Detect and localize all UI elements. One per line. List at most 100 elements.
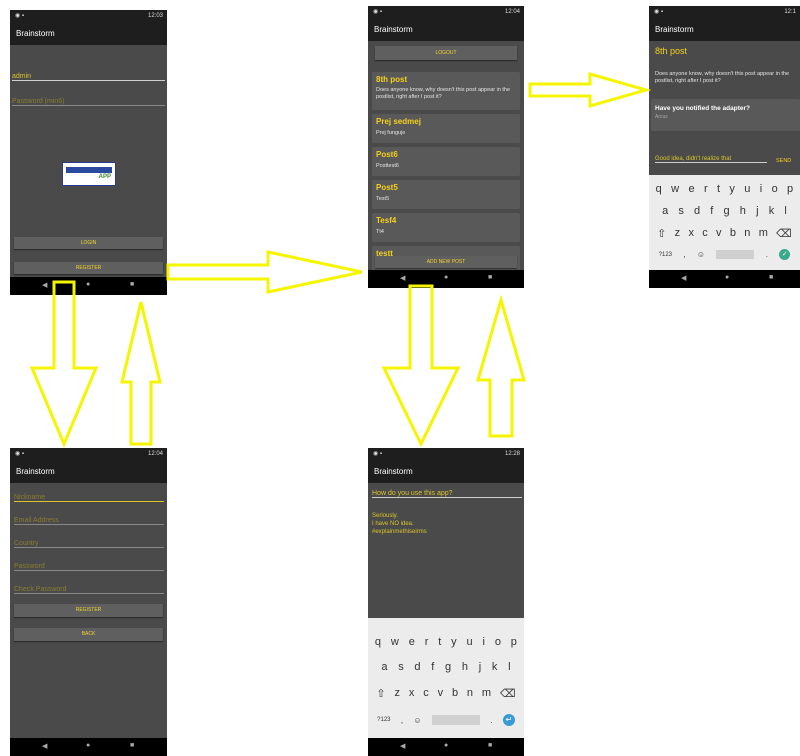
key[interactable]: i bbox=[760, 183, 762, 195]
key[interactable]: m bbox=[759, 227, 768, 240]
key[interactable]: m bbox=[482, 687, 491, 700]
key[interactable]: , bbox=[683, 250, 685, 259]
post-card[interactable]: 8th post Does anyone know, why doesn't t… bbox=[372, 72, 520, 110]
country-field[interactable]: Country bbox=[14, 540, 164, 548]
register-button[interactable]: REGISTER bbox=[14, 604, 163, 617]
home-icon[interactable]: ● bbox=[86, 742, 90, 749]
back-icon[interactable]: ◀ bbox=[400, 742, 405, 750]
key[interactable]: x bbox=[688, 227, 694, 240]
key[interactable]: p bbox=[787, 183, 793, 195]
key[interactable]: o bbox=[772, 183, 778, 195]
key[interactable]: x bbox=[409, 687, 415, 700]
key[interactable]: n bbox=[467, 687, 473, 700]
reply-input[interactable]: Good idea, didn't realize that bbox=[655, 156, 767, 163]
key[interactable]: i bbox=[483, 636, 485, 648]
emoji-key[interactable]: ☺ bbox=[697, 250, 705, 259]
key[interactable]: y bbox=[451, 636, 457, 648]
key[interactable]: g bbox=[724, 205, 730, 217]
key[interactable]: . bbox=[490, 716, 492, 725]
post-title-input[interactable]: How do you use this app? bbox=[372, 490, 522, 498]
key[interactable]: q bbox=[656, 183, 662, 195]
enter-key[interactable]: ✓ bbox=[779, 249, 791, 260]
home-icon[interactable]: ● bbox=[725, 274, 729, 281]
recents-icon[interactable]: ■ bbox=[769, 274, 773, 281]
key[interactable]: b bbox=[730, 227, 736, 240]
shift-key[interactable]: ⇧ bbox=[657, 227, 666, 240]
send-button[interactable]: SEND bbox=[776, 158, 791, 164]
recents-icon[interactable]: ■ bbox=[488, 742, 492, 749]
key[interactable]: v bbox=[716, 227, 722, 240]
post-card[interactable]: Post6 Posttest6 bbox=[372, 147, 520, 176]
back-icon[interactable]: ◀ bbox=[400, 274, 405, 282]
key[interactable]: p bbox=[511, 636, 517, 648]
post-card[interactable]: Prej sedmej Prej funguje bbox=[372, 114, 520, 143]
key[interactable]: e bbox=[409, 636, 415, 648]
symbols-key[interactable]: ?123 bbox=[377, 717, 390, 723]
back-icon[interactable]: ◀ bbox=[42, 281, 47, 289]
home-icon[interactable]: ● bbox=[444, 274, 448, 281]
check-password-field[interactable]: Check Password bbox=[14, 586, 164, 594]
key[interactable]: . bbox=[766, 250, 768, 259]
register-button[interactable]: REGISTER bbox=[14, 262, 163, 274]
backspace-key[interactable]: ⌫ bbox=[500, 687, 516, 700]
home-icon[interactable]: ● bbox=[444, 742, 448, 749]
key[interactable]: q bbox=[375, 636, 381, 648]
key[interactable]: n bbox=[744, 227, 750, 240]
key[interactable]: d bbox=[694, 205, 700, 217]
key[interactable]: t bbox=[717, 183, 720, 195]
backspace-key[interactable]: ⌫ bbox=[776, 227, 792, 240]
logout-button[interactable]: LOGOUT bbox=[375, 46, 517, 60]
key[interactable]: k bbox=[769, 205, 775, 217]
key[interactable]: l bbox=[784, 205, 786, 217]
key[interactable]: , bbox=[401, 716, 403, 725]
recents-icon[interactable]: ■ bbox=[130, 281, 134, 288]
back-icon[interactable]: ◀ bbox=[681, 274, 686, 282]
post-card[interactable]: Post5 Test5 bbox=[372, 180, 520, 209]
key[interactable]: a bbox=[662, 205, 668, 217]
spacebar[interactable] bbox=[716, 250, 755, 259]
home-icon[interactable]: ● bbox=[86, 281, 90, 288]
key[interactable]: r bbox=[425, 636, 429, 648]
key[interactable]: j bbox=[756, 205, 758, 217]
password-field[interactable]: Password (min6) bbox=[12, 98, 165, 106]
enter-key[interactable]: ↵ bbox=[502, 714, 515, 726]
key[interactable]: g bbox=[445, 661, 451, 673]
key[interactable]: h bbox=[740, 205, 746, 217]
login-button[interactable]: LOGIN bbox=[14, 237, 163, 249]
key[interactable]: z bbox=[675, 227, 681, 240]
recents-icon[interactable]: ■ bbox=[130, 742, 134, 749]
key[interactable]: t bbox=[438, 636, 441, 648]
back-button[interactable]: BACK bbox=[14, 628, 163, 641]
key[interactable]: s bbox=[678, 205, 684, 217]
shift-key[interactable]: ⇧ bbox=[376, 687, 385, 700]
key[interactable]: o bbox=[495, 636, 501, 648]
spacebar[interactable] bbox=[431, 715, 480, 725]
nickname-field[interactable]: Nickname bbox=[14, 494, 164, 502]
key[interactable]: s bbox=[398, 661, 404, 673]
key[interactable]: v bbox=[438, 687, 444, 700]
email-field[interactable]: Email Address bbox=[14, 517, 164, 525]
key[interactable]: a bbox=[381, 661, 387, 673]
key[interactable]: w bbox=[671, 183, 679, 195]
key[interactable]: j bbox=[479, 661, 481, 673]
key[interactable]: r bbox=[704, 183, 708, 195]
key[interactable]: c bbox=[423, 687, 429, 700]
key[interactable]: f bbox=[710, 205, 713, 217]
recents-icon[interactable]: ■ bbox=[488, 274, 492, 281]
key[interactable]: h bbox=[462, 661, 468, 673]
back-icon[interactable]: ◀ bbox=[42, 742, 47, 750]
key[interactable]: u bbox=[744, 183, 750, 195]
key[interactable]: f bbox=[431, 661, 434, 673]
key[interactable]: z bbox=[395, 687, 401, 700]
key[interactable]: y bbox=[729, 183, 735, 195]
password-field[interactable]: Password bbox=[14, 563, 164, 571]
key[interactable]: w bbox=[391, 636, 399, 648]
username-field[interactable]: admin bbox=[12, 73, 165, 81]
key[interactable]: b bbox=[452, 687, 458, 700]
key[interactable]: u bbox=[467, 636, 473, 648]
emoji-key[interactable]: ☺ bbox=[413, 716, 421, 725]
symbols-key[interactable]: ?123 bbox=[659, 252, 672, 258]
post-card[interactable]: Tesf4 Tt4 bbox=[372, 213, 520, 242]
add-post-button[interactable]: ADD NEW POST bbox=[375, 256, 517, 268]
post-body-input[interactable]: Seriously. I have NO idea. #explainmethi… bbox=[372, 512, 522, 536]
